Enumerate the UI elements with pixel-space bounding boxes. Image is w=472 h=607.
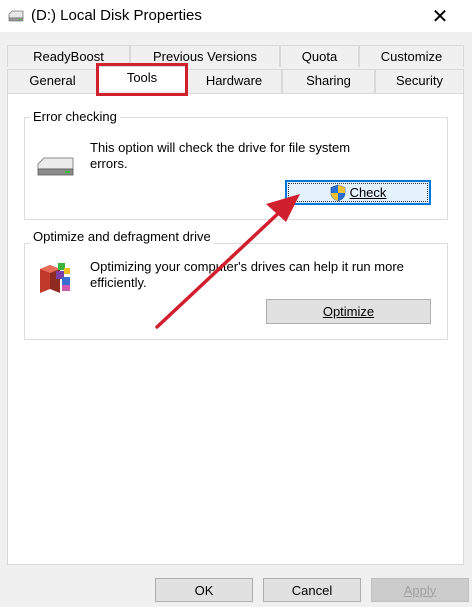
optimize-description: Optimizing your computer's drives can he… [90,259,404,291]
tab-label: ReadyBoost [33,49,104,64]
tab-general[interactable]: General [7,69,98,93]
error-checking-title: Error checking [30,109,120,124]
tab-label: Security [396,73,443,88]
description-line: This option will check the drive for fil… [90,140,351,155]
drive-icon [8,10,24,22]
ok-button-label: OK [194,582,214,598]
annotation-highlight-box [96,63,188,96]
check-button[interactable]: Check [285,180,431,205]
apply-button-label: Apply [403,582,437,598]
tab-label: Sharing [306,73,351,88]
optimize-button-label: Optimize [322,304,375,319]
optimize-title: Optimize and defragment drive [30,229,214,244]
description-line: efficiently. [90,275,147,290]
cancel-button-label: Cancel [291,582,333,598]
description-line: Optimizing your computer's drives can he… [90,259,404,274]
close-icon: ✕ [431,5,449,28]
tab-hardware[interactable]: Hardware [186,69,282,93]
tab-label: Quota [301,49,338,64]
tab-label: Previous Versions [152,49,258,64]
defrag-icon [40,263,70,293]
optimize-group [24,243,448,340]
tab-label: Hardware [205,73,263,88]
optimize-button[interactable]: Optimize [266,299,431,324]
cancel-button[interactable]: Cancel [263,578,361,602]
tab-quota[interactable]: Quota [280,45,359,67]
tab-label: General [29,73,76,88]
error-checking-description: This option will check the drive for fil… [90,140,350,172]
drive-icon [37,157,74,176]
tab-sharing[interactable]: Sharing [282,69,375,93]
close-button[interactable]: ✕ [420,0,460,32]
title-bar: (D:) Local Disk Properties ✕ [0,0,472,32]
ok-button[interactable]: OK [155,578,253,602]
tab-customize[interactable]: Customize [359,45,464,67]
tab-label: Customize [380,49,443,64]
tab-security[interactable]: Security [375,69,464,93]
focus-rectangle [288,183,428,202]
apply-button: Apply [371,578,469,602]
description-line: errors. [90,156,128,171]
window-title: (D:) Local Disk Properties [31,7,202,24]
